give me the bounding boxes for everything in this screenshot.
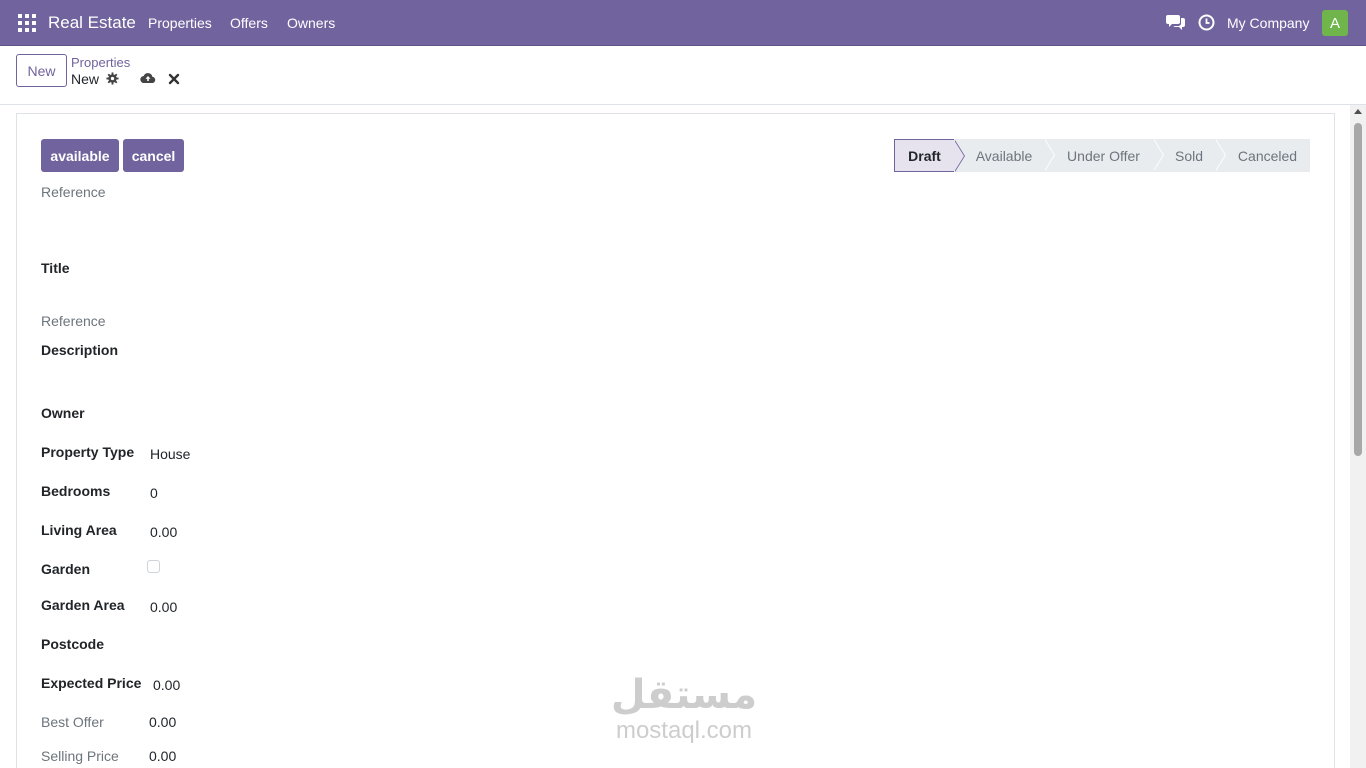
living-area-field[interactable]: 0.00 — [150, 524, 177, 540]
stage-label: Canceled — [1237, 147, 1298, 164]
best-offer-value: 0.00 — [149, 714, 177, 730]
close-icon[interactable] — [168, 73, 180, 85]
form-view: available cancel Draft Available Under O… — [0, 105, 1350, 768]
garden-area-field[interactable]: 0.00 — [150, 599, 177, 615]
reference-top-label: Reference — [41, 184, 106, 200]
avatar[interactable]: A — [1322, 10, 1348, 36]
available-button[interactable]: available — [41, 139, 119, 172]
selling-price-label: Selling Price — [41, 748, 119, 764]
garden-label: Garden — [41, 561, 91, 577]
stage-canceled[interactable]: Canceled — [1215, 139, 1310, 172]
menu-owners[interactable]: Owners — [287, 15, 335, 31]
postcode-label: Postcode — [41, 636, 105, 652]
stage-draft[interactable]: Draft — [894, 139, 965, 172]
expected-price-label: Expected Price — [41, 675, 142, 691]
clock-icon[interactable] — [1198, 14, 1215, 31]
stage-available[interactable]: Available — [954, 139, 1055, 172]
garden-area-label: Garden Area — [41, 597, 125, 613]
control-panel: New Properties New — [0, 46, 1366, 105]
stage-label: Under Offer — [1067, 147, 1140, 164]
menu-properties[interactable]: Properties — [148, 15, 212, 31]
scroll-up-arrow-icon[interactable] — [1354, 109, 1362, 114]
expected-price-field[interactable]: 0.00 — [153, 677, 180, 693]
title-label: Title — [41, 260, 70, 276]
stage-under-offer[interactable]: Under Offer — [1044, 139, 1164, 172]
living-area-label: Living Area — [41, 522, 117, 538]
reference-label: Reference — [41, 313, 106, 329]
menu-offers[interactable]: Offers — [230, 15, 268, 31]
cloud-upload-icon[interactable] — [140, 72, 156, 84]
best-offer-label: Best Offer — [41, 714, 104, 730]
breadcrumb-properties[interactable]: Properties — [71, 55, 130, 70]
gear-icon[interactable] — [106, 72, 119, 85]
vertical-scrollbar[interactable] — [1350, 105, 1366, 768]
scrollbar-thumb[interactable] — [1354, 123, 1362, 456]
new-button[interactable]: New — [16, 54, 67, 87]
garden-checkbox[interactable] — [147, 560, 160, 573]
stage-label: Available — [975, 147, 1033, 164]
app-brand[interactable]: Real Estate — [48, 13, 136, 33]
chat-icon[interactable] — [1166, 13, 1186, 31]
watermark: مستقل mostaql.com — [600, 672, 768, 744]
bedrooms-label: Bedrooms — [41, 483, 111, 499]
watermark-arabic: مستقل — [610, 672, 758, 718]
stage-label: Draft — [908, 147, 941, 164]
stage-label: Sold — [1174, 147, 1204, 164]
apps-icon[interactable] — [18, 14, 36, 32]
description-label: Description — [41, 342, 119, 358]
top-navbar: Real Estate Properties Offers Owners My … — [0, 0, 1366, 46]
property-type-field[interactable]: House — [150, 446, 190, 462]
form-sheet: available cancel Draft Available Under O… — [16, 113, 1335, 768]
selling-price-value: 0.00 — [149, 748, 177, 764]
cancel-button[interactable]: cancel — [123, 139, 184, 172]
breadcrumb-current: New — [71, 71, 100, 87]
company-switcher[interactable]: My Company — [1227, 15, 1309, 31]
status-bar: Draft Available Under Offer Sold Cancele… — [894, 139, 1310, 172]
owner-label: Owner — [41, 405, 85, 421]
bedrooms-field[interactable]: 0 — [150, 485, 158, 501]
property-type-label: Property Type — [41, 444, 135, 460]
watermark-latin: mostaql.com — [615, 717, 753, 744]
